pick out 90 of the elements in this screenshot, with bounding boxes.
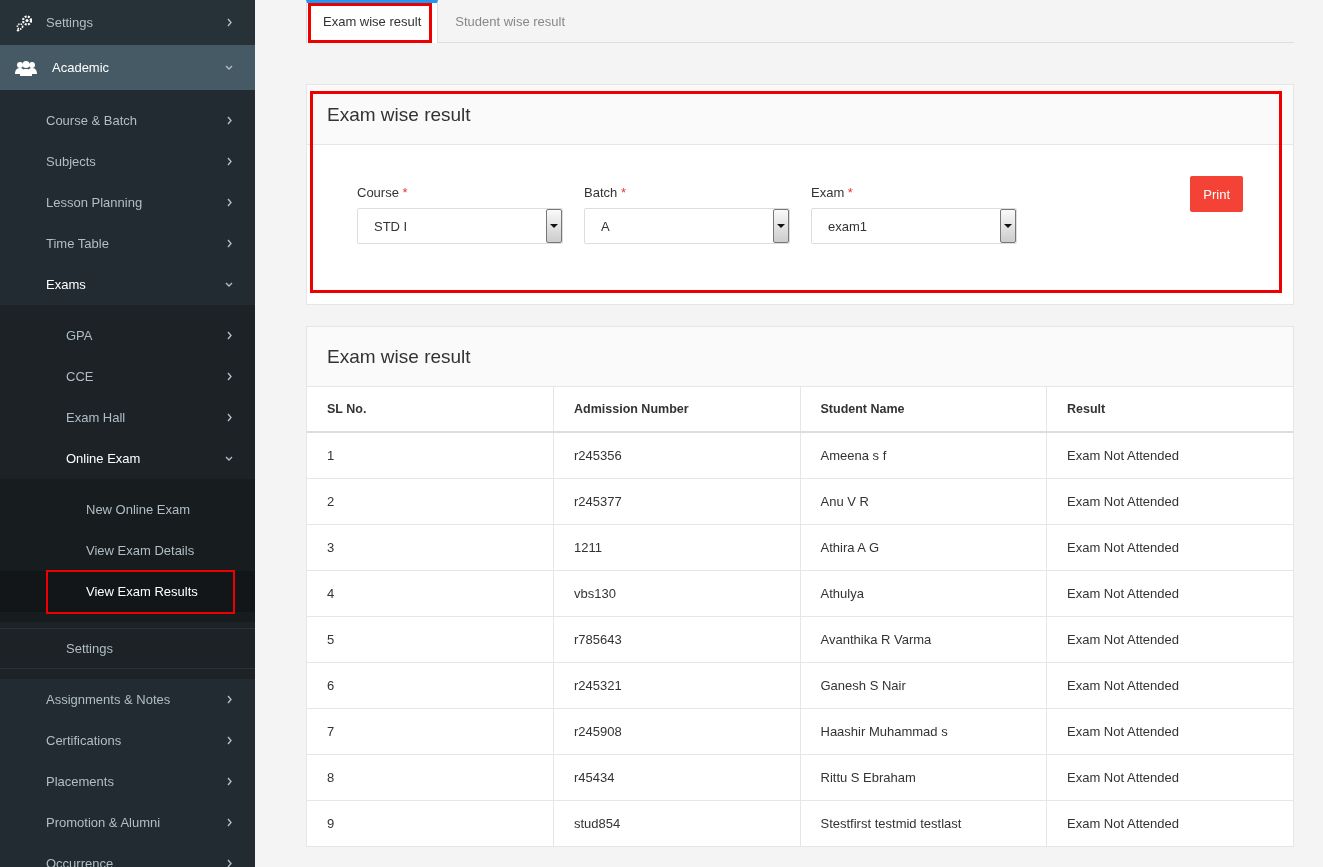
table-cell: 6 <box>307 662 554 709</box>
chevron-right-icon <box>226 372 233 381</box>
table-cell: Avanthika R Varma <box>800 616 1047 663</box>
table-cell: Exam Not Attended <box>1046 616 1293 663</box>
chevron-right-icon <box>226 239 233 248</box>
chevron-right-icon <box>226 777 233 786</box>
sidebar-item[interactable]: Settings <box>0 628 255 669</box>
print-button[interactable]: Print <box>1190 176 1243 212</box>
table-cell: Rittu S Ebraham <box>800 754 1047 801</box>
select-field[interactable]: A <box>584 208 790 244</box>
table-cell: 9 <box>307 800 554 846</box>
sidebar-item[interactable]: Exam Hall <box>0 397 255 438</box>
sidebar-item[interactable]: Lesson Planning <box>0 182 255 223</box>
table-cell: Exam Not Attended <box>1046 662 1293 709</box>
sidebar-item[interactable]: Online Exam <box>0 438 255 479</box>
sidebar-item[interactable]: New Online Exam <box>0 489 255 530</box>
table-cell: 4 <box>307 570 554 617</box>
table-cell: 8 <box>307 754 554 801</box>
chevron-down-icon <box>225 281 233 288</box>
sidebar-item[interactable]: Course & Batch <box>0 100 255 141</box>
table-cell: 1211 <box>553 524 800 571</box>
table-cell: Athulya <box>800 570 1047 617</box>
column-header: SL No. <box>307 387 554 432</box>
table-cell: 3 <box>307 524 554 571</box>
select-field[interactable]: STD I <box>357 208 563 244</box>
select-field[interactable]: exam1 <box>811 208 1017 244</box>
sidebar-item[interactable]: Promotion & Alumni <box>0 802 255 843</box>
dropdown-arrow-icon <box>777 224 785 228</box>
chevron-right-icon <box>226 736 233 745</box>
users-icon <box>15 59 37 76</box>
sidebar-item[interactable]: Exams <box>0 264 255 305</box>
sidebar-item[interactable]: Subjects <box>0 141 255 182</box>
table-cell: r785643 <box>553 616 800 663</box>
table-cell: vbs130 <box>553 570 800 617</box>
sidebar-item[interactable]: Certifications <box>0 720 255 761</box>
column-header: Student Name <box>800 387 1047 432</box>
table-cell: Exam Not Attended <box>1046 800 1293 846</box>
table-cell: r245356 <box>553 432 800 479</box>
table-cell: r245377 <box>553 478 800 525</box>
table-cell: r45434 <box>553 754 800 801</box>
field-label: Exam * <box>811 185 854 200</box>
sidebar-item[interactable]: Academic <box>0 45 255 90</box>
table-cell: Anu V R <box>800 478 1047 525</box>
table-cell: Exam Not Attended <box>1046 432 1293 479</box>
chevron-right-icon <box>226 695 233 704</box>
sidebar-item[interactable]: View Exam Details <box>0 530 255 571</box>
table-cell: 1 <box>307 432 554 479</box>
table-cell: stud854 <box>553 800 800 846</box>
chevron-right-icon <box>226 116 233 125</box>
table-cell: r245321 <box>553 662 800 709</box>
column-header: Result <box>1046 387 1293 432</box>
table-cell: 7 <box>307 708 554 755</box>
sidebar-item[interactable]: GPA <box>0 315 255 356</box>
field-label: Batch * <box>584 185 627 200</box>
table-cell: Exam Not Attended <box>1046 524 1293 571</box>
table-cell: Ganesh S Nair <box>800 662 1047 709</box>
chevron-right-icon <box>226 413 233 422</box>
card-title: Exam wise result <box>327 345 471 368</box>
table-cell: Athira A G <box>800 524 1047 571</box>
table-cell: Exam Not Attended <box>1046 570 1293 617</box>
chevron-right-icon <box>226 18 233 27</box>
table-cell: Haashir Muhammad s <box>800 708 1047 755</box>
column-header: Admission Number <box>553 387 800 432</box>
card-title: Exam wise result <box>327 103 471 126</box>
sidebar-item[interactable]: Settings <box>0 0 255 45</box>
dropdown-arrow-icon <box>550 224 558 228</box>
table-cell: 2 <box>307 478 554 525</box>
chevron-right-icon <box>226 157 233 166</box>
sidebar-item[interactable]: View Exam Results <box>0 571 255 612</box>
field-label: Course * <box>357 185 409 200</box>
chevron-right-icon <box>226 818 233 827</box>
sidebar-item[interactable]: Time Table <box>0 223 255 264</box>
table-cell: Exam Not Attended <box>1046 478 1293 525</box>
chevron-right-icon <box>226 859 233 867</box>
sidebar-item[interactable]: Assignments & Notes <box>0 679 255 720</box>
chevron-down-icon <box>225 64 233 71</box>
table-cell: 5 <box>307 616 554 663</box>
table-cell: Exam Not Attended <box>1046 754 1293 801</box>
tab[interactable]: Exam wise result <box>306 0 439 43</box>
sidebar-item[interactable]: CCE <box>0 356 255 397</box>
table-cell: Exam Not Attended <box>1046 708 1293 755</box>
table-cell: Ameena s f <box>800 432 1047 479</box>
table-cell: Stestfirst testmid testlast <box>800 800 1047 846</box>
chevron-right-icon <box>226 331 233 340</box>
sidebar-item[interactable]: Placements <box>0 761 255 802</box>
dropdown-arrow-icon <box>1004 224 1012 228</box>
table-cell: r245908 <box>553 708 800 755</box>
chevron-right-icon <box>226 198 233 207</box>
chevron-down-icon <box>225 455 233 462</box>
gears-icon <box>15 14 32 31</box>
